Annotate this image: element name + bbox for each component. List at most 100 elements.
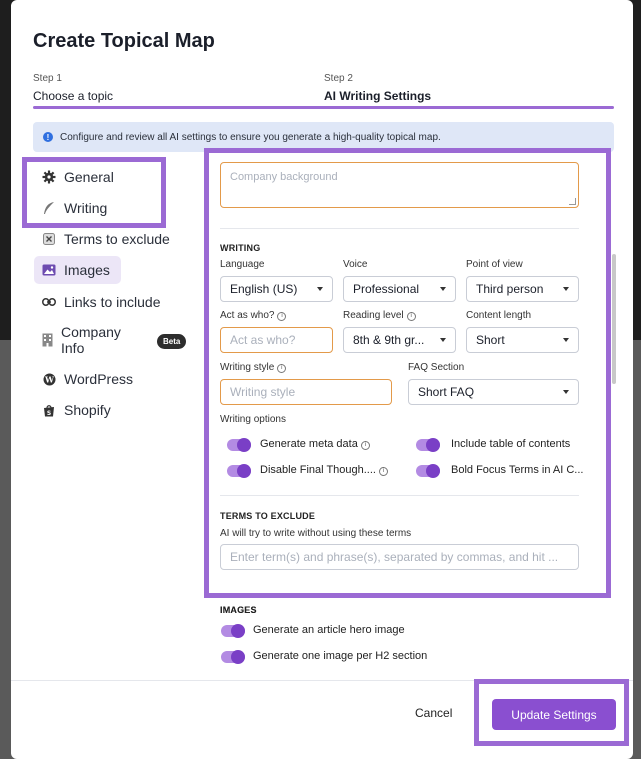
info-icon: i — [360, 441, 370, 450]
divider — [220, 495, 579, 496]
nav-item-terms-to-exclude[interactable]: Terms to exclude — [42, 231, 170, 247]
nav-item-wordpress[interactable]: W WordPress — [42, 371, 133, 387]
create-topical-map-modal: Create Topical Map Step 1 Choose a topic… — [11, 0, 633, 759]
step-2-label: Step 2 — [324, 73, 353, 84]
toggle-knob — [231, 624, 245, 638]
wordpress-icon: W — [42, 372, 56, 386]
toggle-knob — [237, 438, 251, 452]
info-banner: ! Configure and review all AI settings t… — [33, 122, 614, 152]
images-section-title: IMAGES — [220, 605, 257, 615]
chevron-down-icon — [440, 338, 446, 342]
writing-options-label: Writing options — [220, 414, 286, 425]
step-2[interactable]: Step 2 AI Writing Settings — [324, 73, 431, 103]
option-generate-meta-data: Generate meta data i — [260, 438, 370, 450]
toggle-generate-hero-image[interactable] — [221, 624, 245, 638]
writing-style-label: Writing style i — [220, 362, 287, 373]
nav-label-shopify: Shopify — [64, 402, 111, 418]
terms-placeholder: Enter term(s) and phrase(s), separated b… — [230, 550, 559, 564]
language-select[interactable]: English (US) — [220, 276, 333, 302]
footer-divider — [11, 680, 633, 681]
faq-section-select[interactable]: Short FAQ — [408, 379, 579, 405]
nav-label-company-info: Company Info — [61, 324, 121, 356]
info-icon: i — [406, 312, 416, 321]
option-disable-final-thoughts: Disable Final Though.... i — [260, 464, 388, 476]
toggle-bold-focus-terms[interactable] — [416, 464, 440, 478]
info-icon: i — [277, 312, 287, 321]
step-1-name: Choose a topic — [33, 89, 114, 103]
building-icon — [42, 333, 53, 347]
toggle-knob — [231, 650, 245, 664]
shopify-icon: S — [42, 403, 56, 417]
option-include-table-of-contents: Include table of contents — [451, 438, 571, 450]
terms-hint: AI will try to write without using these… — [220, 528, 412, 539]
gear-icon — [42, 170, 56, 184]
nav-label-wordpress: WordPress — [64, 371, 133, 387]
modal-title: Create Topical Map — [33, 30, 215, 52]
info-icon: ! — [43, 132, 53, 142]
link-icon — [42, 295, 56, 309]
writing-style-input[interactable]: Writing style — [220, 379, 392, 405]
terms-to-exclude-input[interactable]: Enter term(s) and phrase(s), separated b… — [220, 544, 579, 570]
resize-grip-icon[interactable] — [569, 198, 576, 205]
content-length-select[interactable]: Short — [466, 327, 579, 353]
nav-item-shopify[interactable]: S Shopify — [42, 402, 111, 418]
nav-label-writing: Writing — [64, 200, 108, 216]
pov-label: Point of view — [466, 259, 523, 270]
language-value: English (US) — [230, 282, 298, 296]
nav-item-company-info[interactable]: Company Info — [42, 324, 121, 356]
faq-section-value: Short FAQ — [418, 385, 475, 399]
content-length-label: Content length — [466, 310, 532, 321]
company-background-textarea[interactable]: Company background — [220, 162, 579, 208]
toggle-knob — [426, 464, 440, 478]
toggle-include-table-of-contents[interactable] — [416, 438, 440, 452]
toggle-knob — [426, 438, 440, 452]
toggle-generate-meta-data[interactable] — [227, 438, 251, 452]
beta-badge: Beta — [157, 334, 187, 349]
nav-item-general[interactable]: General — [42, 169, 114, 185]
reading-level-select[interactable]: 8th & 9th gr... — [343, 327, 456, 353]
chevron-down-icon — [317, 287, 323, 291]
option-image-per-h2: Generate one image per H2 section — [253, 650, 428, 662]
step-progress-bar — [33, 106, 614, 109]
writing-section-title: WRITING — [220, 243, 261, 253]
voice-select[interactable]: Professional — [343, 276, 456, 302]
chevron-down-icon — [563, 338, 569, 342]
nav-label-general: General — [64, 169, 114, 185]
feather-icon — [42, 201, 56, 215]
nav-item-writing[interactable]: Writing — [42, 200, 107, 216]
scrollbar[interactable] — [612, 254, 616, 384]
x-square-icon — [42, 232, 56, 246]
nav-label-terms-to-exclude: Terms to exclude — [64, 231, 170, 247]
content-length-value: Short — [476, 333, 505, 347]
nav-item-links-to-include[interactable]: Links to include — [42, 294, 161, 310]
step-1[interactable]: Step 1 Choose a topic — [33, 73, 113, 103]
toggle-disable-final-thoughts[interactable] — [227, 464, 251, 478]
toggle-image-per-h2[interactable] — [221, 650, 245, 664]
company-background-placeholder: Company background — [230, 171, 338, 183]
step-1-label: Step 1 — [33, 73, 62, 84]
toggle-knob — [237, 464, 251, 478]
step-2-name: AI Writing Settings — [324, 89, 432, 103]
writing-style-placeholder: Writing style — [230, 385, 296, 399]
info-icon: i — [277, 364, 287, 373]
option-bold-focus-terms: Bold Focus Terms in AI C... — [451, 464, 584, 476]
image-icon — [42, 263, 56, 277]
svg-text:W: W — [44, 374, 55, 384]
info-icon: i — [378, 467, 388, 476]
svg-text:S: S — [47, 410, 51, 417]
option-generate-hero-image: Generate an article hero image — [253, 624, 405, 636]
chevron-down-icon — [563, 390, 569, 394]
nav-label-images: Images — [64, 262, 110, 278]
language-label: Language — [220, 259, 265, 270]
cancel-button[interactable]: Cancel — [415, 706, 452, 720]
nav-item-images[interactable]: Images — [34, 256, 121, 284]
chevron-down-icon — [440, 287, 446, 291]
update-settings-button[interactable]: Update Settings — [492, 699, 616, 730]
settings-panel: Company background WRITING Language Engl… — [207, 150, 609, 615]
nav-label-links-to-include: Links to include — [64, 294, 161, 310]
voice-label: Voice — [343, 259, 368, 270]
pov-select[interactable]: Third person — [466, 276, 579, 302]
act-as-input[interactable]: Act as who? — [220, 327, 333, 353]
faq-section-label: FAQ Section — [408, 362, 465, 373]
terms-section-title: TERMS TO EXCLUDE — [220, 511, 316, 521]
